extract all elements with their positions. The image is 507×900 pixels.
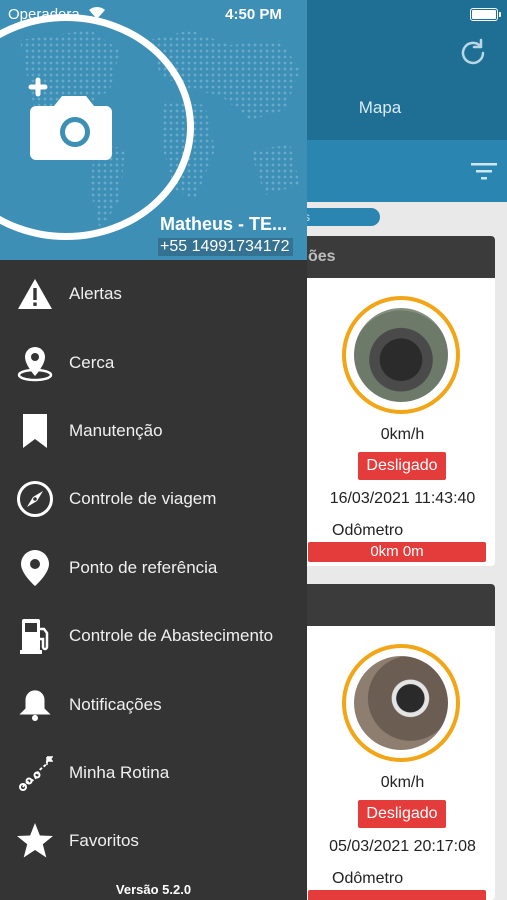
menu-item-abastecimento[interactable]: Controle de Abastecimento [0, 602, 307, 670]
drawer-menu: Alertas Cerca Manutenção Controle de via… [0, 260, 307, 876]
user-phone: +55 14991734172 [158, 238, 294, 256]
menu-label: Manutenção [69, 420, 163, 440]
bookmark-icon [16, 412, 54, 450]
refresh-icon[interactable] [456, 36, 490, 70]
location-pin-icon [16, 344, 54, 382]
odometer-label: Odômetro [332, 522, 404, 539]
fuel-pump-icon [16, 617, 54, 655]
filter-icon[interactable] [470, 160, 498, 182]
menu-label: Alertas [69, 284, 122, 304]
vehicle-card[interactable]: ões 0km/h Desligado 16/03/2021 11:43:40 … [290, 236, 495, 566]
card-datetime: 16/03/2021 11:43:40 [329, 490, 476, 507]
menu-item-minha-rotina[interactable]: Minha Rotina [0, 739, 307, 807]
card-speed: 0km/h [380, 426, 425, 443]
menu-label: Ponto de referência [69, 557, 218, 577]
bell-icon [16, 686, 54, 724]
compass-icon [16, 480, 54, 518]
battery-icon [470, 8, 498, 21]
route-icon [16, 754, 54, 792]
app-version: Versão 5.2.0 [115, 882, 192, 897]
menu-label: Controle de Abastecimento [69, 626, 274, 646]
side-drawer: Matheus - TE... +55 14991734172 Alertas … [0, 0, 307, 900]
warning-icon [16, 275, 54, 313]
card-datetime: 05/03/2021 20:17:08 [329, 838, 476, 855]
map-pin-icon [16, 549, 54, 587]
status-time: 4:50 PM [225, 6, 282, 23]
drawer-header: Matheus - TE... +55 14991734172 [0, 0, 307, 260]
add-photo-icon[interactable] [20, 76, 120, 166]
tab-mapa[interactable]: Mapa [330, 98, 430, 118]
card-header: ões [290, 236, 495, 278]
odometer-value: 0km 0m [308, 542, 486, 562]
star-icon [16, 822, 54, 860]
battery-tip [499, 12, 501, 17]
odometer-value [308, 890, 486, 900]
menu-label: Minha Rotina [69, 762, 170, 782]
status-badge: Desligado [358, 452, 446, 480]
menu-label: Cerca [69, 352, 115, 372]
menu-label: Favoritos [69, 831, 139, 851]
odometer-label: Odômetro [332, 870, 404, 887]
menu-label: Notificações [69, 694, 162, 714]
menu-item-controle-viagem[interactable]: Controle de viagem [0, 465, 307, 533]
status-badge: Desligado [358, 800, 446, 828]
menu-label: Controle de viagem [69, 489, 217, 509]
menu-item-cerca[interactable]: Cerca [0, 328, 307, 396]
vehicle-card[interactable]: 0km/h Desligado 05/03/2021 20:17:08 Odôm… [290, 584, 495, 900]
vehicle-avatar [342, 296, 460, 414]
menu-item-manutencao[interactable]: Manutenção [0, 397, 307, 465]
menu-item-favoritos[interactable]: Favoritos [0, 807, 307, 875]
card-header [290, 584, 495, 626]
menu-item-ponto-referencia[interactable]: Ponto de referência [0, 534, 307, 602]
user-name: Matheus - TE... [160, 214, 288, 234]
menu-item-notificacoes[interactable]: Notificações [0, 670, 307, 738]
vehicle-avatar [342, 644, 460, 762]
status-bar: Operadora 4:50 PM [0, 0, 507, 28]
card-speed: 0km/h [380, 774, 425, 791]
menu-item-alertas[interactable]: Alertas [0, 260, 307, 328]
